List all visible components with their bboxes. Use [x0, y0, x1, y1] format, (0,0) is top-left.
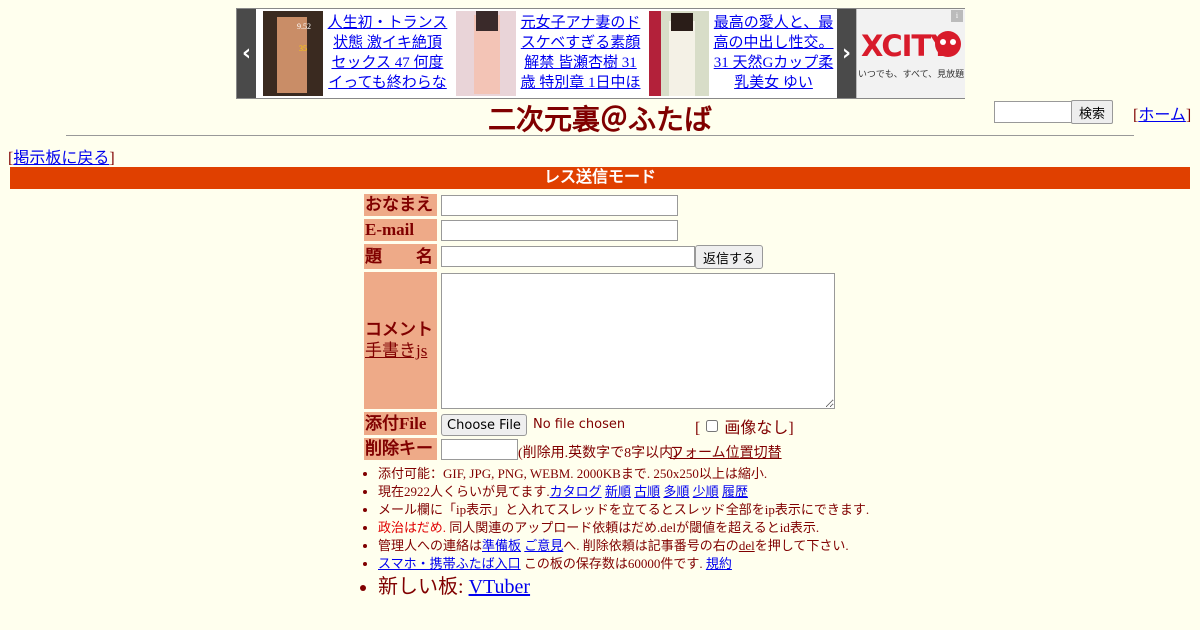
no-image-checkbox[interactable] [706, 420, 719, 432]
history-link[interactable]: 履歴 [722, 484, 748, 499]
bracket: ] [788, 420, 794, 437]
list-item: 現在2922人くらいが見てます.カタログ 新順 古順 多順 少順 履歴 [378, 483, 878, 501]
sort-least-link[interactable]: 少順 [693, 484, 719, 499]
comment-label: コメント [365, 320, 433, 339]
feedback-link[interactable]: ご意見 [524, 538, 563, 553]
handwrite-js-link[interactable]: 手書きjs [365, 341, 427, 360]
svg-text:9.52: 9.52 [297, 22, 311, 31]
comment-label-cell: コメント 手書きjs [364, 272, 437, 409]
list-item: メール欄に「ip表示」と入れてスレッドを立てるとスレッド全部をip表示にできます… [378, 501, 878, 519]
name-input[interactable] [441, 195, 678, 216]
delete-key-input[interactable] [441, 439, 518, 460]
note-text: へ. 削除依頼は記事番号の右の [563, 538, 739, 553]
xcity-tagline: いつでも、すべて、見放題 [857, 70, 965, 80]
home-link-wrapper: [ホーム] [1133, 101, 1191, 125]
ad-text[interactable]: 最高の愛人と、最高の中出し性交。31 天然Gカップ柔乳美女 ゆい [712, 13, 835, 95]
note-text: 管理人への連絡は [378, 538, 483, 553]
bracket: [ [695, 420, 701, 437]
xcity-ad[interactable]: i XCITY いつでも、すべて、見放題 [856, 9, 965, 98]
back-link-wrapper: [掲示板に戻る] [8, 144, 115, 168]
adchoices-icon[interactable]: i [951, 10, 963, 22]
note-text: を押して下さい. [754, 538, 849, 553]
no-image-option: [ 画像なし] [695, 414, 794, 438]
ad-banner[interactable]: ‹ 9.52 35 人生初・トランス状態 激イキ絶頂セックス 47 何度イっても終… [236, 8, 965, 99]
ad-item[interactable]: 元女子アナ妻のドスケベすぎる素顔解禁 皆瀬杏樹 31歳 特別章 1日中ほ [449, 9, 642, 98]
ad-text[interactable]: 元女子アナ妻のドスケベすぎる素顔解禁 皆瀬杏樹 31歳 特別章 1日中ほ [519, 13, 642, 95]
reply-mode-bar: レス送信モード [10, 167, 1190, 189]
ad-thumbnail[interactable] [456, 11, 516, 96]
email-input[interactable] [441, 220, 678, 241]
terms-link[interactable]: 規約 [706, 556, 732, 571]
ad-prev-arrow-icon[interactable]: ‹ [237, 9, 256, 98]
catalog-link[interactable]: カタログ [550, 484, 602, 499]
prep-board-link[interactable]: 準備板 [482, 538, 521, 553]
file-label: 添付File [364, 412, 437, 435]
bracket: ] [1185, 107, 1192, 124]
subject-input[interactable] [441, 246, 695, 267]
retention-text: この板の保存数は60000件です. [520, 556, 706, 571]
subject-label: 題 名 [364, 244, 437, 269]
ad-item[interactable]: 9.52 35 人生初・トランス状態 激イキ絶頂セックス 47 何度イっても終わら… [256, 9, 449, 98]
name-label: おなまえ [364, 194, 437, 216]
list-item: 新しい板: VTuber [378, 573, 878, 601]
new-board-text: 新しい板: [378, 576, 469, 598]
email-label: E-mail [364, 219, 437, 241]
divider [66, 135, 1134, 136]
delete-key-hint: (削除用.英数字で8字以内) [518, 446, 678, 461]
sort-oldest-link[interactable]: 古順 [634, 484, 660, 499]
ad-item[interactable]: 最高の愛人と、最高の中出し性交。31 天然Gカップ柔乳美女 ゆい [642, 9, 835, 98]
search-button[interactable]: 検索 [1071, 100, 1113, 124]
no-image-label: 画像なし [724, 420, 789, 437]
note-text: 添付可能：GIF, JPG, PNG, WEBM. 2000KBまで. 250x… [378, 466, 768, 481]
delete-key-label: 削除キー [364, 438, 437, 460]
ad-next-arrow-icon[interactable]: › [837, 9, 856, 98]
search-input[interactable] [994, 101, 1075, 123]
sort-newest-link[interactable]: 新順 [605, 484, 631, 499]
ad-thumbnail[interactable] [649, 11, 709, 96]
svg-text:35: 35 [299, 44, 307, 53]
note-text: メール欄に「ip表示」と入れてスレッドを立てるとスレッド全部をip表示にできます… [378, 502, 870, 517]
mobile-entrance-link[interactable]: スマホ・携帯ふたば入口 [378, 556, 521, 571]
submit-reply-button[interactable]: 返信する [695, 245, 763, 269]
xcity-mascot-icon [935, 31, 961, 57]
list-item: スマホ・携帯ふたば入口 この板の保存数は60000件です. 規約 [378, 555, 878, 573]
home-link[interactable]: ホーム [1138, 107, 1186, 124]
form-position-toggle-link[interactable]: フォーム位置切替 [670, 442, 782, 462]
list-item: 政治はだめ. 同人関連のアップロード依頼はだめ.delが閾値を超えるとid表示. [378, 519, 878, 537]
note-text: 同人関連のアップロード依頼はだめ.delが閾値を超えるとid表示. [446, 520, 820, 535]
board-notes: 添付可能：GIF, JPG, PNG, WEBM. 2000KBまで. 250x… [364, 465, 878, 601]
comment-textarea[interactable] [441, 273, 835, 409]
vtuber-board-link[interactable]: VTuber [469, 576, 531, 598]
back-to-board-link[interactable]: 掲示板に戻る [13, 150, 109, 167]
ad-text[interactable]: 人生初・トランス状態 激イキ絶頂セックス 47 何度イっても終わらない [326, 13, 449, 95]
list-item: 添付可能：GIF, JPG, PNG, WEBM. 2000KBまで. 250x… [378, 465, 878, 483]
choose-file-button[interactable]: Choose File [441, 414, 527, 436]
no-file-chosen-text: No file chosen [533, 417, 626, 432]
del-link[interactable]: del [739, 538, 755, 553]
bracket: ] [109, 150, 115, 167]
sort-most-link[interactable]: 多順 [663, 484, 689, 499]
ad-thumbnail[interactable]: 9.52 35 [263, 11, 323, 96]
politics-warning: 政治はだめ. [378, 520, 446, 535]
viewer-count-text: 現在2922人くらいが見てます. [378, 484, 550, 499]
list-item: 管理人への連絡は準備板 ご意見へ. 削除依頼は記事番号の右のdelを押して下さい… [378, 537, 878, 555]
